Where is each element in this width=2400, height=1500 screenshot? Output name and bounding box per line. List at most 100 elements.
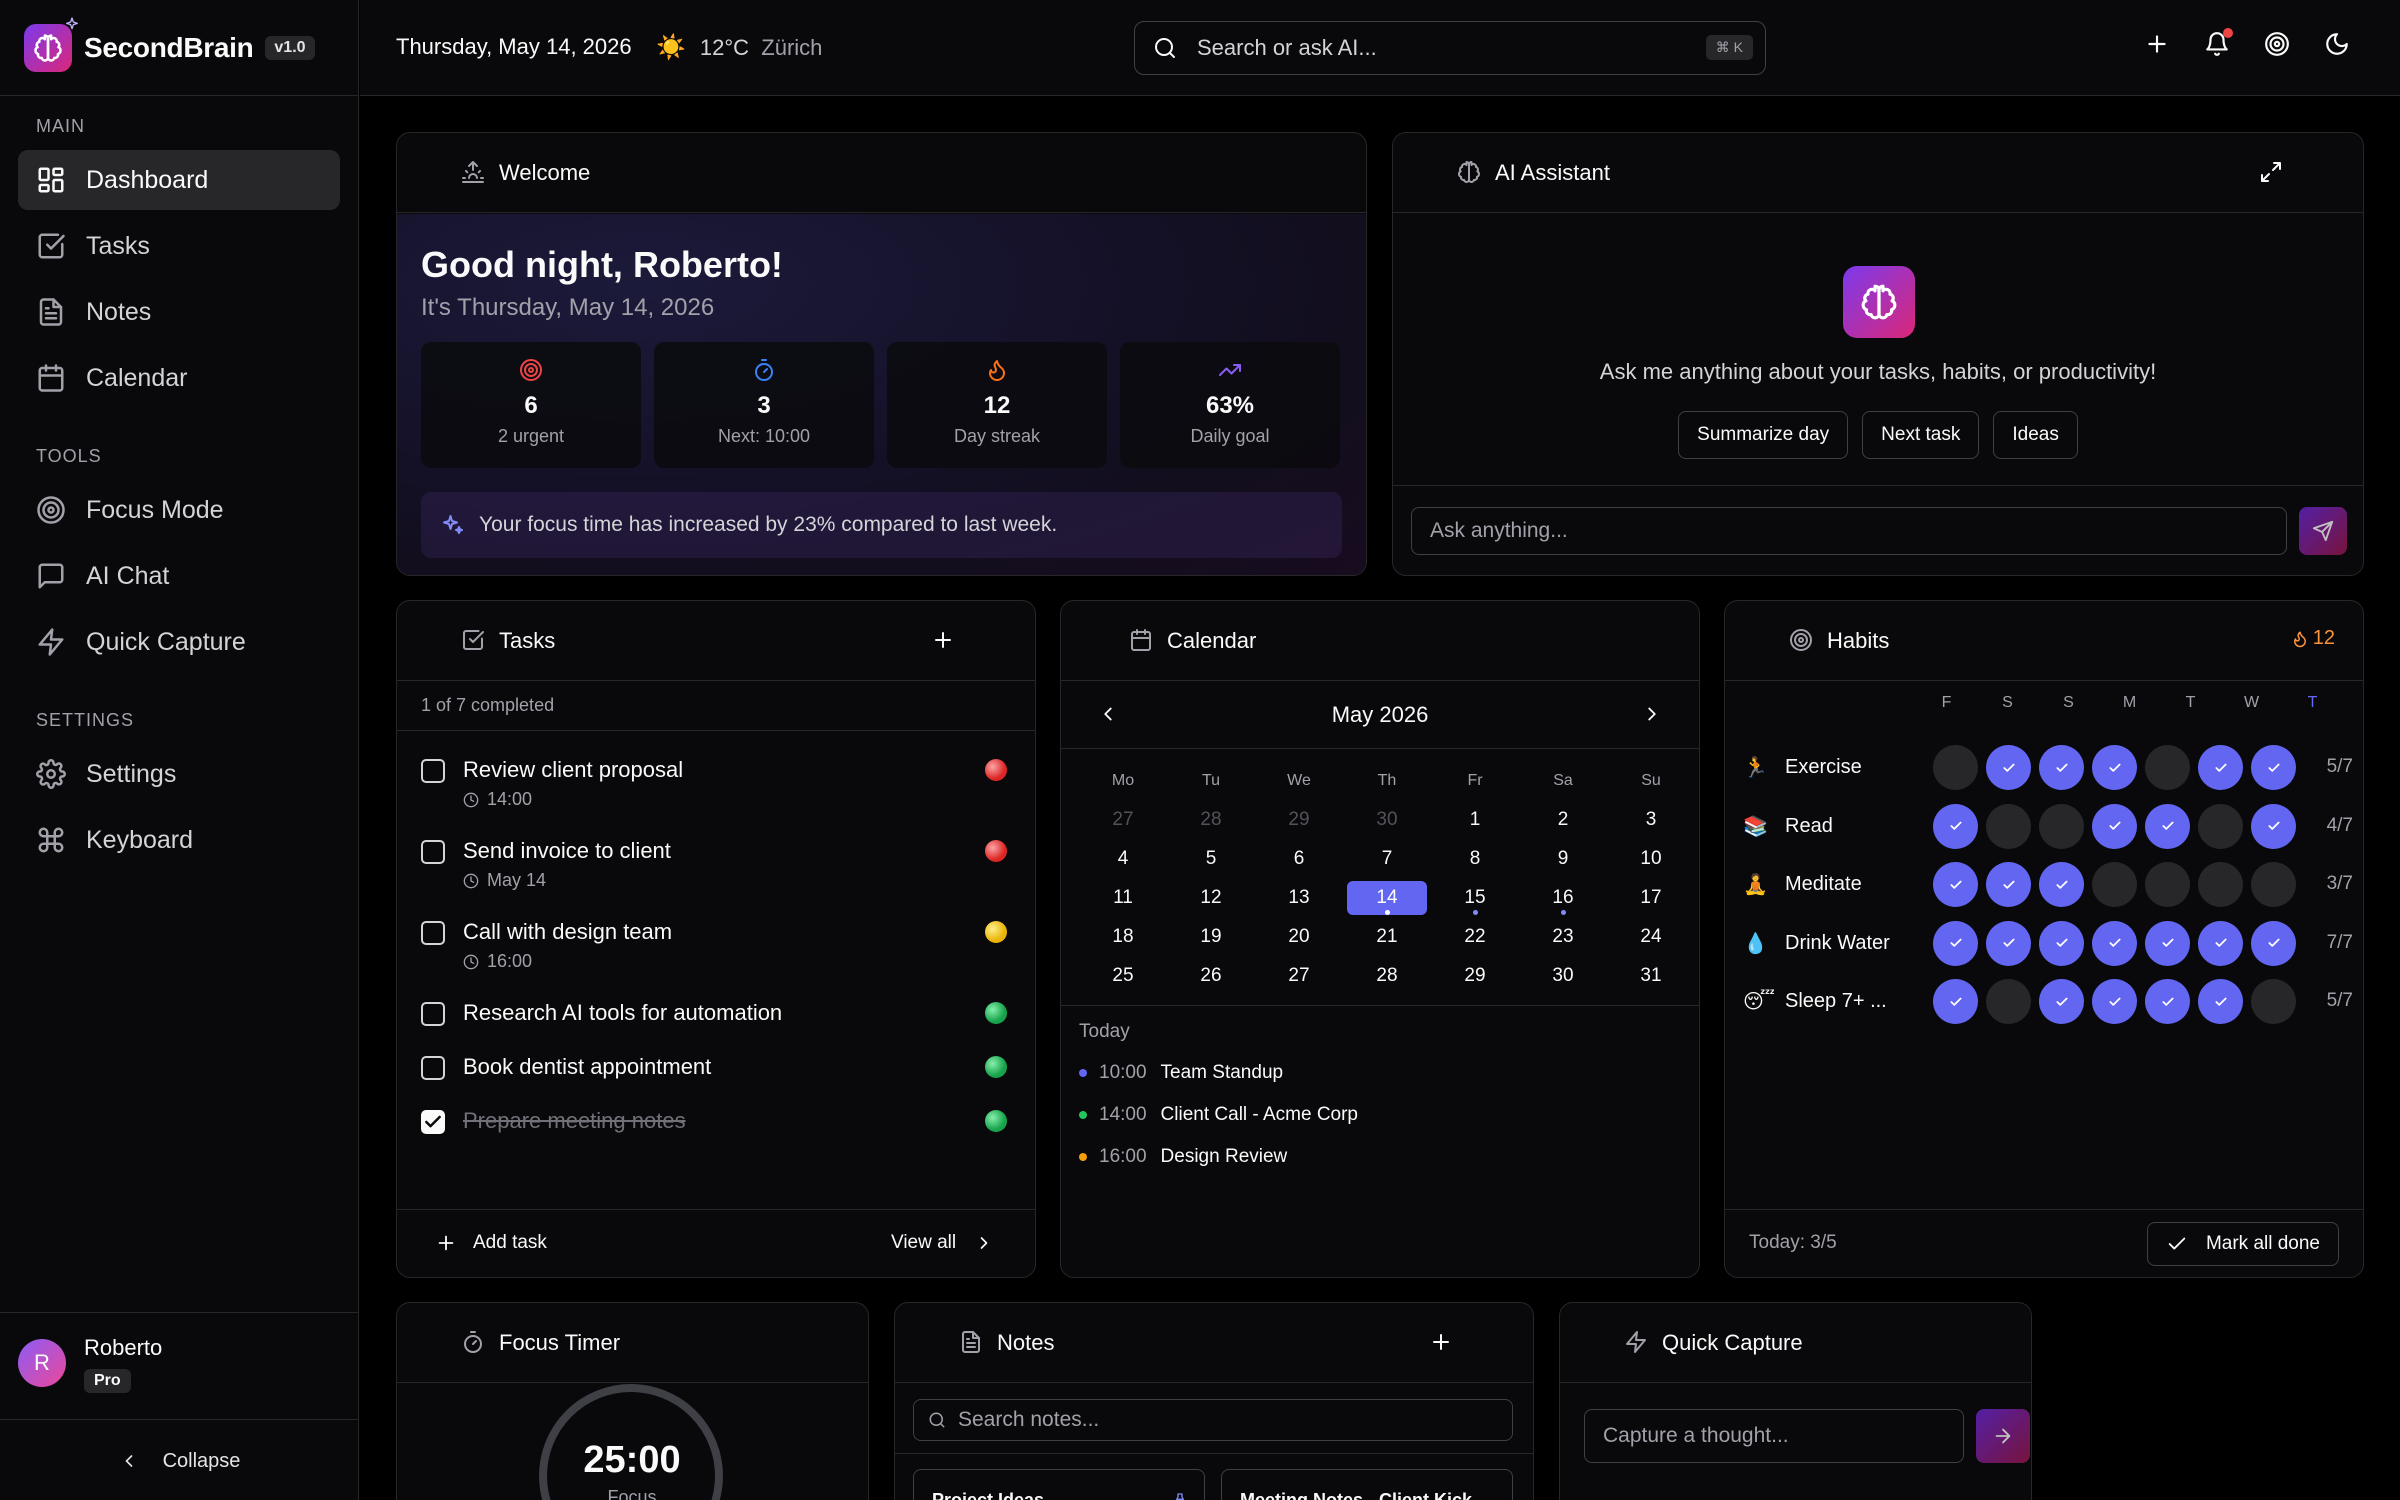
capture-submit-button[interactable] <box>1976 1409 2030 1463</box>
sidebar-item-dashboard[interactable]: Dashboard <box>18 150 340 210</box>
habit-day-done[interactable] <box>1986 745 2031 790</box>
sidebar-item-keyboard[interactable]: Keyboard <box>18 810 340 870</box>
calendar-day[interactable]: 28 <box>1343 959 1431 993</box>
task-item[interactable]: Call with design team 16:00 <box>421 919 1009 979</box>
task-item[interactable]: Prepare meeting notes <box>421 1108 1009 1138</box>
habit-day-done[interactable] <box>2039 920 2084 966</box>
sidebar-item-ai-chat[interactable]: AI Chat <box>18 546 340 606</box>
calendar-day[interactable]: 22 <box>1431 920 1519 954</box>
habit-day-done[interactable] <box>2251 745 2296 790</box>
habit-day-done[interactable] <box>1933 803 1978 849</box>
habit-day-done[interactable] <box>2198 745 2243 790</box>
sidebar-item-focus-mode[interactable]: Focus Mode <box>18 480 340 540</box>
notes-search-input[interactable]: Search notes... <box>913 1399 1513 1441</box>
event-item[interactable]: 14:00 Client Call - Acme Corp <box>1079 1104 1358 1126</box>
habit-day-done[interactable] <box>2092 803 2137 849</box>
habit-day-done[interactable] <box>2145 979 2190 1024</box>
expand-button[interactable] <box>2259 160 2283 184</box>
calendar-day[interactable]: 21 <box>1343 920 1431 954</box>
task-item[interactable]: Review client proposal 14:00 <box>421 757 1009 817</box>
event-item[interactable]: 10:00 Team Standup <box>1079 1062 1283 1084</box>
calendar-day[interactable]: 27 <box>1255 959 1343 993</box>
sidebar-item-settings[interactable]: Settings <box>18 744 340 804</box>
habit-day-empty[interactable] <box>2198 803 2243 849</box>
event-item[interactable]: 16:00 Design Review <box>1079 1146 1287 1168</box>
sidebar-item-calendar[interactable]: Calendar <box>18 348 340 408</box>
habit-day-empty[interactable] <box>2092 862 2137 907</box>
task-item[interactable]: Book dentist appointment <box>421 1054 1009 1084</box>
prev-month-button[interactable] <box>1097 703 1119 725</box>
search-input[interactable]: Search or ask AI... ⌘ K <box>1134 21 1766 75</box>
capture-input[interactable]: Capture a thought... <box>1584 1409 1964 1463</box>
habit-day-done[interactable] <box>2251 803 2296 849</box>
notifications-button[interactable] <box>2204 28 2233 57</box>
habit-day-done[interactable] <box>1986 862 2031 907</box>
habit-day-done[interactable] <box>2092 745 2137 790</box>
habit-day-done[interactable] <box>2039 862 2084 907</box>
calendar-day[interactable]: 13 <box>1255 881 1343 915</box>
note-card[interactable]: Meeting Notes - Client Kick... <box>1221 1469 1513 1500</box>
ai-send-button[interactable] <box>2299 507 2347 555</box>
calendar-day[interactable]: 28 <box>1167 803 1255 837</box>
calendar-day[interactable]: 26 <box>1167 959 1255 993</box>
collapse-button[interactable]: Collapse <box>0 1422 359 1500</box>
habit-day-done[interactable] <box>2039 745 2084 790</box>
calendar-day[interactable]: 7 <box>1343 842 1431 876</box>
view-all-button[interactable]: View all <box>891 1232 994 1254</box>
calendar-day[interactable]: 18 <box>1079 920 1167 954</box>
calendar-day[interactable]: 20 <box>1255 920 1343 954</box>
habit-day-done[interactable] <box>2039 979 2084 1024</box>
chip-summarize-day[interactable]: Summarize day <box>1678 411 1849 459</box>
sidebar-item-tasks[interactable]: Tasks <box>18 216 340 276</box>
calendar-day[interactable]: 4 <box>1079 842 1167 876</box>
calendar-day[interactable]: 23 <box>1519 920 1607 954</box>
task-checkbox[interactable] <box>421 1056 445 1080</box>
habit-day-done[interactable] <box>2092 920 2137 966</box>
mark-all-done-button[interactable]: Mark all done <box>2146 1222 2339 1266</box>
task-checkbox[interactable] <box>421 840 445 864</box>
habit-day-empty[interactable] <box>2145 862 2190 907</box>
calendar-day[interactable]: 17 <box>1607 881 1695 915</box>
calendar-day[interactable]: 16 <box>1519 881 1607 915</box>
habit-day-done[interactable] <box>2145 803 2190 849</box>
add-task-icon-button[interactable] <box>931 628 955 652</box>
habit-day-empty[interactable] <box>1933 745 1978 790</box>
focus-button[interactable] <box>2264 31 2290 57</box>
habit-day-done[interactable] <box>2092 979 2137 1024</box>
calendar-day[interactable]: 11 <box>1079 881 1167 915</box>
calendar-day[interactable]: 30 <box>1343 803 1431 837</box>
habit-day-done[interactable] <box>2198 920 2243 966</box>
calendar-day[interactable]: 3 <box>1607 803 1695 837</box>
task-checkbox[interactable] <box>421 1110 445 1134</box>
calendar-day[interactable]: 25 <box>1079 959 1167 993</box>
calendar-day[interactable]: 2 <box>1519 803 1607 837</box>
add-task-button[interactable]: Add task <box>435 1232 547 1254</box>
habit-day-done[interactable] <box>1933 920 1978 966</box>
calendar-day-today[interactable]: 14 <box>1347 880 1427 915</box>
habit-day-done[interactable] <box>1986 920 2031 966</box>
habit-day-done[interactable] <box>2145 920 2190 966</box>
habit-day-done[interactable] <box>2198 979 2243 1024</box>
next-month-button[interactable] <box>1641 703 1663 725</box>
calendar-day[interactable]: 10 <box>1607 842 1695 876</box>
calendar-day[interactable]: 19 <box>1167 920 1255 954</box>
calendar-day[interactable]: 9 <box>1519 842 1607 876</box>
task-checkbox[interactable] <box>421 921 445 945</box>
habit-day-empty[interactable] <box>2145 745 2190 790</box>
habit-day-empty[interactable] <box>2251 862 2296 907</box>
calendar-day[interactable]: 29 <box>1255 803 1343 837</box>
habit-day-done[interactable] <box>1933 862 1978 907</box>
ai-chat-input[interactable]: Ask anything... <box>1411 507 2287 555</box>
habit-day-empty[interactable] <box>1986 979 2031 1024</box>
habit-day-empty[interactable] <box>1986 803 2031 849</box>
habit-day-empty[interactable] <box>2251 979 2296 1024</box>
calendar-day[interactable]: 8 <box>1431 842 1519 876</box>
sidebar-item-notes[interactable]: Notes <box>18 282 340 342</box>
note-card[interactable]: Project Ideas <box>913 1469 1205 1500</box>
habit-day-empty[interactable] <box>2039 803 2084 849</box>
task-item[interactable]: Research AI tools for automation <box>421 1000 1009 1030</box>
task-item[interactable]: Send invoice to client May 14 <box>421 838 1009 898</box>
calendar-day[interactable]: 31 <box>1607 959 1695 993</box>
add-note-button[interactable] <box>1429 1330 1453 1354</box>
habit-day-empty[interactable] <box>2198 862 2243 907</box>
